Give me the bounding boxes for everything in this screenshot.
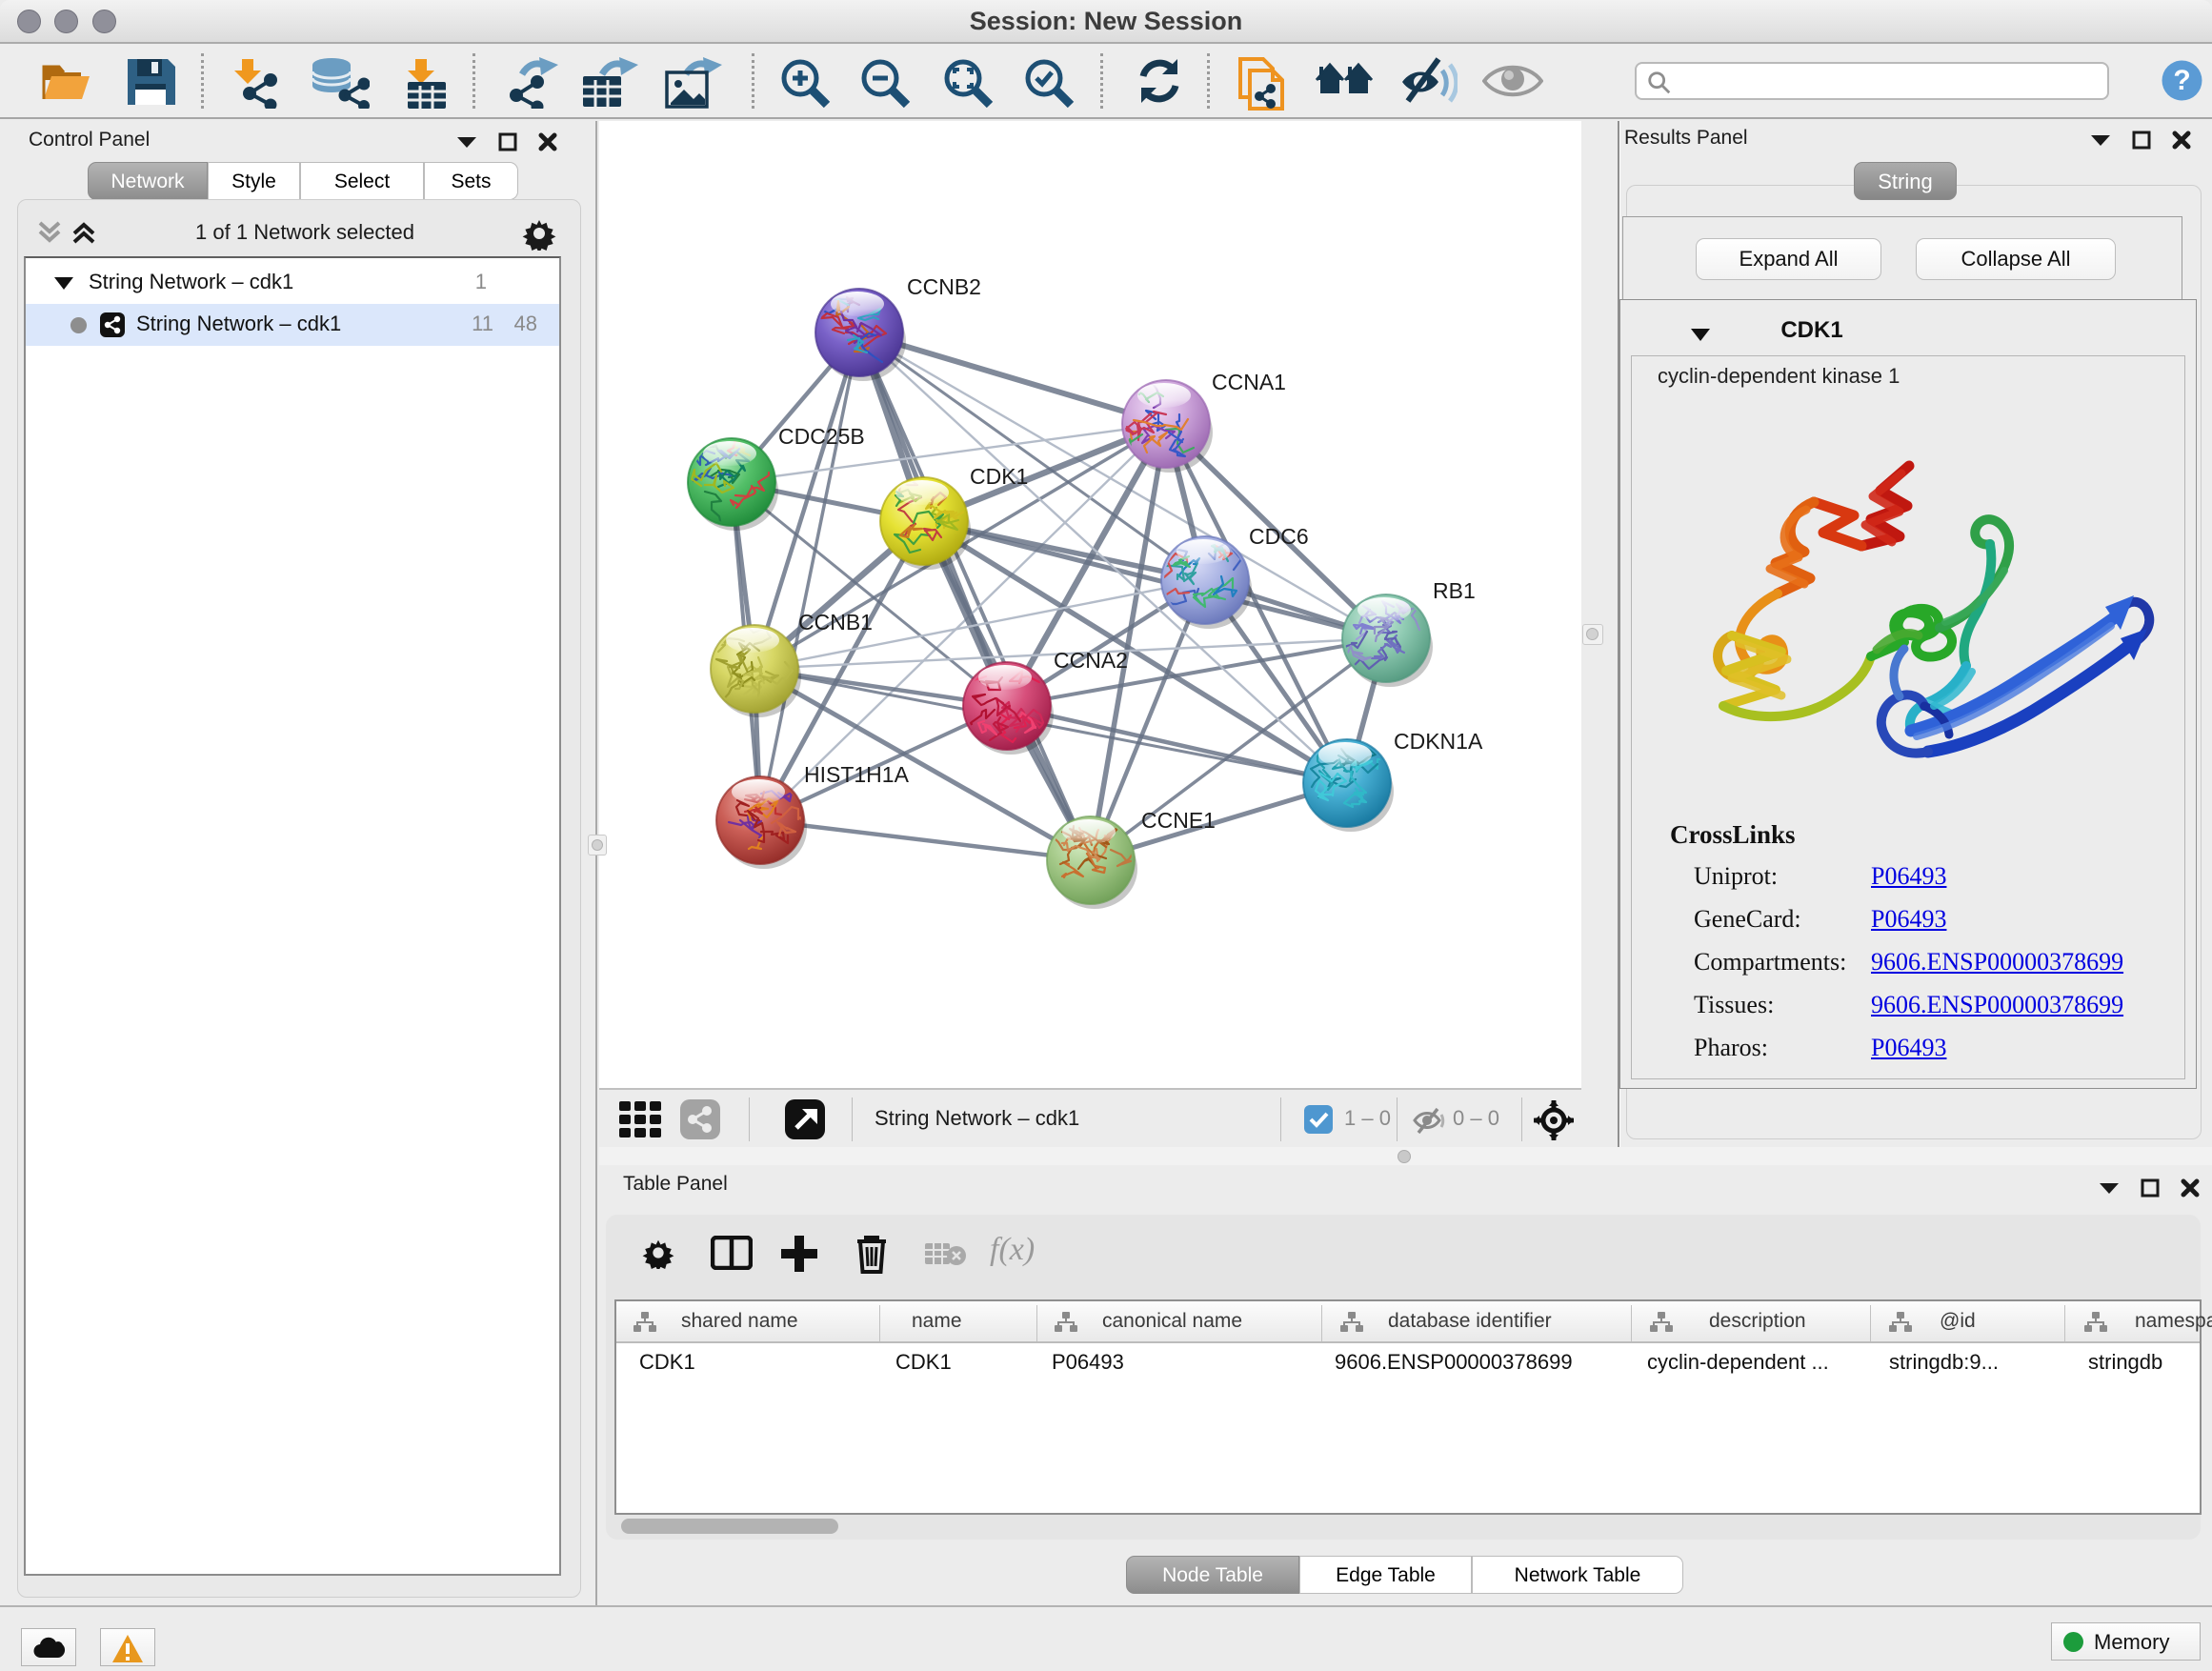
svg-text:CCNB1: CCNB1 [798,610,873,634]
svg-text:CDC25B: CDC25B [778,424,865,449]
svg-text:CDK1: CDK1 [970,464,1028,489]
svg-text:CCNA1: CCNA1 [1212,370,1286,394]
svg-text:HIST1H1A: HIST1H1A [804,762,910,787]
svg-text:RB1: RB1 [1433,578,1476,603]
svg-text:CCNE1: CCNE1 [1141,808,1216,833]
svg-text:CCNB2: CCNB2 [907,274,981,299]
svg-text:CDC6: CDC6 [1249,524,1309,549]
svg-text:?: ? [2173,65,2190,96]
svg-text:CDKN1A: CDKN1A [1394,729,1483,754]
svg-text:CCNA2: CCNA2 [1054,648,1128,673]
